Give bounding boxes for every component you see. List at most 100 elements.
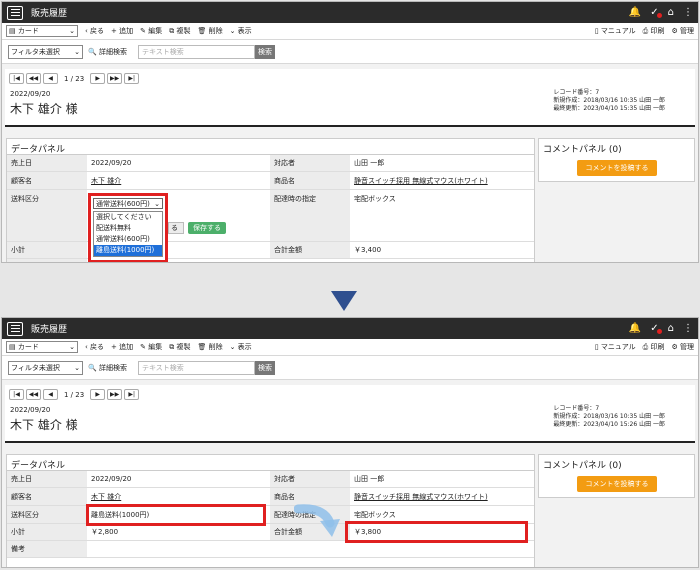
record-date: 2022/09/20 <box>10 90 51 98</box>
advanced-search-button[interactable]: 🔍 詳細検索 <box>88 363 127 373</box>
record-meta: レコード番号：7 新規作成：2018/03/16 10:35 山田 一郎 最終更… <box>553 89 665 112</box>
pager: |◀ ◀◀ ◀ 1 / 23 ▶ ▶▶ ▶| <box>9 73 140 84</box>
record-title: 木下 雄介 様 <box>10 418 78 432</box>
next-page-button[interactable]: ▶ <box>90 73 106 84</box>
next-ten-button[interactable]: ▶▶ <box>107 73 123 84</box>
bell-icon[interactable]: 🔔 <box>629 7 641 18</box>
next-ten-button[interactable]: ▶▶ <box>107 389 123 400</box>
manage-button[interactable]: ⚙ 管理 <box>671 26 694 36</box>
prev-page-button[interactable]: ◀ <box>43 73 58 84</box>
record-date: 2022/09/20 <box>10 406 51 414</box>
prev-ten-button[interactable]: ◀◀ <box>26 389 41 400</box>
dropdown-option[interactable]: 通常送料(600円) <box>94 234 162 245</box>
record-meta: レコード番号：7 新規作成：2018/03/16 10:35 山田 一郎 最終更… <box>553 405 665 428</box>
cancel-button[interactable]: る <box>168 222 184 234</box>
add-button[interactable]: + 追加 <box>111 342 133 352</box>
record-title: 木下 雄介 様 <box>10 102 78 116</box>
comment-title: コメントパネル (0) <box>543 145 622 155</box>
customer-link[interactable]: 木下 雄介 <box>91 176 121 186</box>
last-page-button[interactable]: ▶| <box>124 389 140 400</box>
back-button[interactable]: ‹ 戻る <box>85 26 104 36</box>
add-button[interactable]: + 追加 <box>111 26 133 36</box>
record-toolbar: ▤ カード ⌄ ‹ 戻る + 追加 ✎ 編集 ⧉ 複製 🗑 削除 ⌄ 表示 ▯ マ… <box>2 339 698 356</box>
product-link[interactable]: 静音スイッチ採用 無線式マウス(ホワイト) <box>354 492 488 502</box>
highlight-box <box>345 521 528 543</box>
save-button[interactable]: 保存する <box>188 222 226 234</box>
table-row: 備考 <box>7 541 534 558</box>
shipping-dropdown[interactable]: 通常送料(600円) ⌄ 選択してください 配送料無料 通常送料(600円) 離島… <box>88 193 168 262</box>
more-menu-icon[interactable]: ⋮ <box>683 7 693 18</box>
search-input[interactable]: テキスト検索 <box>137 44 255 59</box>
app-header: 販売履歴 🔔 ✓ ⌂ ⋮ <box>2 2 698 23</box>
copy-button[interactable]: ⧉ 複製 <box>169 26 190 36</box>
filter-select[interactable]: フィルタ未選択 ⌄ <box>8 360 83 375</box>
print-button[interactable]: ⎙ 印刷 <box>643 342 665 352</box>
task-check-icon[interactable]: ✓ <box>650 323 663 334</box>
view-select[interactable]: ▤ カード ⌄ <box>6 25 78 37</box>
copy-button[interactable]: ⧉ 複製 <box>169 342 190 352</box>
display-menu[interactable]: ⌄ 表示 <box>230 342 252 352</box>
product-link[interactable]: 静音スイッチ採用 無線式マウス(ホワイト) <box>354 176 488 186</box>
dropdown-option[interactable]: 選択してください <box>94 212 162 223</box>
prev-ten-button[interactable]: ◀◀ <box>26 73 41 84</box>
record-header: |◀ ◀◀ ◀ 1 / 23 ▶ ▶▶ ▶| 2022/09/20 木下 雄介 … <box>5 385 695 443</box>
bell-icon[interactable]: 🔔 <box>629 323 641 334</box>
page-indicator: 1 / 23 <box>64 390 85 399</box>
view-select[interactable]: ▤ カード ⌄ <box>6 341 78 353</box>
home-icon[interactable]: ⌂ <box>668 323 674 334</box>
home-icon[interactable]: ⌂ <box>668 7 674 18</box>
back-button[interactable]: ‹ 戻る <box>85 342 104 352</box>
table-row: 送料区分 配達時の指定 宅配ボックス <box>7 190 534 242</box>
menu-icon[interactable] <box>7 5 23 20</box>
comment-panel: コメントパネル (0) コメントを投稿する <box>538 138 695 182</box>
card-icon: ▤ <box>9 343 16 351</box>
app-title: 販売履歴 <box>31 325 68 335</box>
dropdown-option[interactable]: 配送料無料 <box>94 223 162 234</box>
table-row: 顧客名 木下 雄介 商品名 静音スイッチ採用 無線式マウス(ホワイト) <box>7 172 534 190</box>
first-page-button[interactable]: |◀ <box>9 73 24 84</box>
record-header: |◀ ◀◀ ◀ 1 / 23 ▶ ▶▶ ▶| 2022/09/20 木下 雄介 … <box>5 69 695 127</box>
table-row: 売上日 2022/09/20 対応者 山田 一郎 <box>7 471 534 488</box>
arrow-down-icon <box>331 291 357 311</box>
first-page-button[interactable]: |◀ <box>9 389 24 400</box>
chevron-down-icon: ⌄ <box>154 199 160 208</box>
post-comment-button[interactable]: コメントを投稿する <box>577 160 657 176</box>
manual-link[interactable]: ▯ マニュアル <box>595 26 636 36</box>
search-button[interactable]: 検索 <box>254 44 275 59</box>
prev-page-button[interactable]: ◀ <box>43 389 58 400</box>
filter-bar: フィルタ未選択 ⌄ 🔍 詳細検索 テキスト検索 検索 <box>2 356 698 380</box>
advanced-search-button[interactable]: 🔍 詳細検索 <box>88 47 127 57</box>
manual-link[interactable]: ▯ マニュアル <box>595 342 636 352</box>
filter-select[interactable]: フィルタ未選択 ⌄ <box>8 44 83 59</box>
more-menu-icon[interactable]: ⋮ <box>683 323 693 334</box>
task-check-icon[interactable]: ✓ <box>650 7 663 18</box>
edit-button[interactable]: ✎ 編集 <box>140 26 162 36</box>
delete-button[interactable]: 🗑 削除 <box>197 26 222 36</box>
delete-button[interactable]: 🗑 削除 <box>197 342 222 352</box>
curved-arrow-icon <box>294 504 340 537</box>
pager: |◀ ◀◀ ◀ 1 / 23 ▶ ▶▶ ▶| <box>9 389 140 400</box>
print-button[interactable]: ⎙ 印刷 <box>643 26 665 36</box>
screenshot-after: 販売履歴 🔔 ✓ ⌂ ⋮ ▤ カード ⌄ ‹ 戻る + 追加 ✎ 編集 ⧉ 複製 … <box>1 317 699 568</box>
search-button[interactable]: 検索 <box>254 360 275 375</box>
post-comment-button[interactable]: コメントを投稿する <box>577 476 657 492</box>
dropdown-option-highlighted[interactable]: 離島送料(1000円) <box>94 245 162 256</box>
page-indicator: 1 / 23 <box>64 74 85 83</box>
chevron-down-icon: ⌄ <box>74 47 80 56</box>
screenshot-before: 販売履歴 🔔 ✓ ⌂ ⋮ ▤ カード ⌄ ‹ 戻る + 追加 ✎ 編集 ⧉ 複製 … <box>1 1 699 263</box>
highlight-box <box>86 504 266 526</box>
comment-panel: コメントパネル (0) コメントを投稿する <box>538 454 695 498</box>
chevron-down-icon: ⌄ <box>69 27 75 35</box>
record-toolbar: ▤ カード ⌄ ‹ 戻る + 追加 ✎ 編集 ⧉ 複製 🗑 削除 ⌄ 表示 ▯ マ… <box>2 23 698 40</box>
display-menu[interactable]: ⌄ 表示 <box>230 26 252 36</box>
next-page-button[interactable]: ▶ <box>90 389 106 400</box>
dropdown-options: 選択してください 配送料無料 通常送料(600円) 離島送料(1000円) <box>93 211 163 257</box>
search-input[interactable]: テキスト検索 <box>137 360 255 375</box>
last-page-button[interactable]: ▶| <box>124 73 140 84</box>
manage-button[interactable]: ⚙ 管理 <box>671 342 694 352</box>
menu-icon[interactable] <box>7 321 23 336</box>
edit-button[interactable]: ✎ 編集 <box>140 342 162 352</box>
customer-link[interactable]: 木下 雄介 <box>91 492 121 502</box>
shipping-select[interactable]: 通常送料(600円) ⌄ <box>93 198 163 209</box>
table-row: 売上日 2022/09/20 対応者 山田 一郎 <box>7 155 534 172</box>
